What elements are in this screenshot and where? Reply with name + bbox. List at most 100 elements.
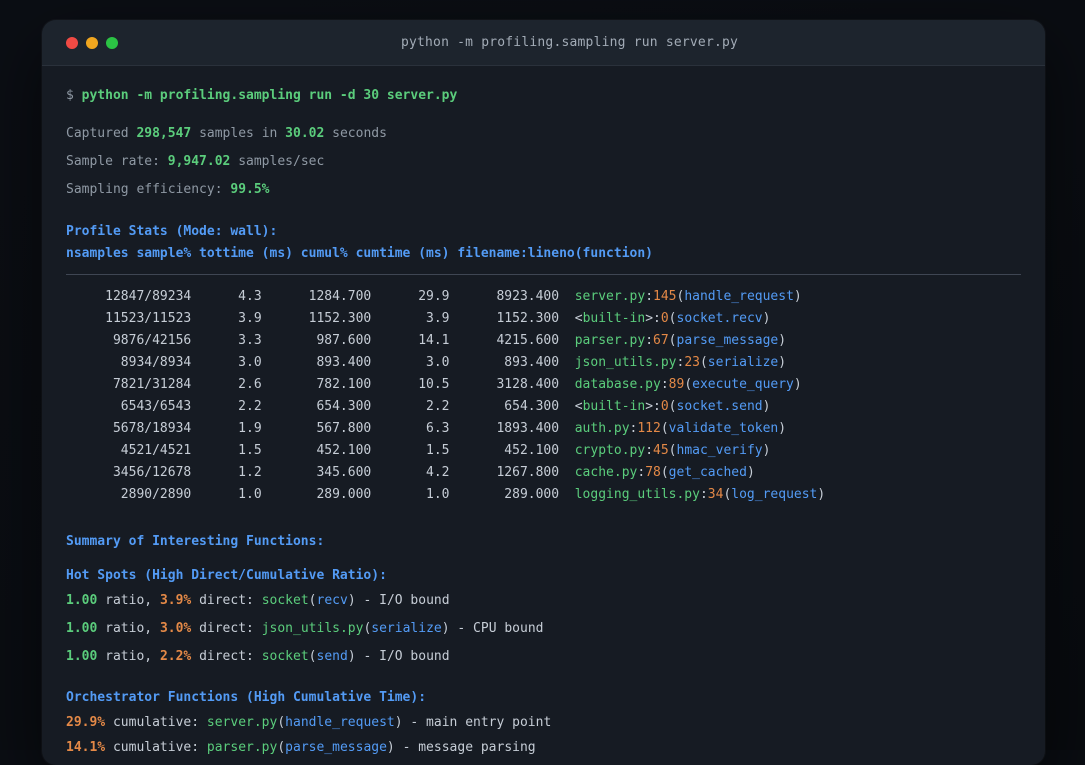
sample-rate-line: Sample rate: 9,947.02 samples/sec — [66, 151, 1021, 173]
text-segment: : — [645, 333, 654, 348]
text-segment: ) - CPU bound — [441, 621, 544, 636]
text-segment: : — [645, 443, 654, 458]
text-segment: send — [316, 649, 348, 664]
text-segment: Captured — [66, 126, 137, 141]
text-segment: Sample rate: — [66, 154, 168, 169]
text-segment: ) — [793, 377, 802, 392]
text-segment: samples in — [191, 126, 286, 141]
terminal-titlebar: python -m profiling.sampling run server.… — [42, 20, 1045, 66]
profile-row: 2890/2890 1.0 289.000 1.0 289.000 loggin… — [66, 484, 1021, 506]
text-segment: json_utils.py — [574, 355, 677, 370]
text-segment: 9,947.02 — [167, 154, 231, 169]
orchestrator-line: 14.1% cumulative: parser.py(parse_messag… — [66, 737, 1021, 759]
text-segment: direct: — [191, 621, 262, 636]
text-segment: ) — [746, 465, 755, 480]
text-segment: ) — [817, 487, 826, 502]
text-segment: ( — [668, 333, 677, 348]
text-segment: 30.02 — [285, 126, 325, 141]
text-segment: handle_request — [285, 715, 395, 730]
text-segment: 3456/12678 1.2 345.600 4.2 1267.800 — [66, 465, 575, 480]
text-segment: 298,547 — [136, 126, 192, 141]
text-segment: json_utils.py — [261, 621, 364, 636]
text-segment: ) — [778, 421, 787, 436]
text-segment: ) — [778, 355, 787, 370]
text-segment: < — [574, 399, 583, 414]
text-segment: 99.5% — [230, 182, 270, 197]
profile-row: 9876/42156 3.3 987.600 14.1 4215.600 par… — [66, 330, 1021, 352]
text-segment: socket — [261, 593, 309, 608]
text-segment: 0 — [660, 399, 669, 414]
summary-heading: Summary of Interesting Functions: — [66, 534, 325, 549]
text-segment: ) - I/O bound — [347, 649, 450, 664]
captured-line: Captured 298,547 samples in 30.02 second… — [66, 123, 1021, 145]
text-segment: samples/sec — [230, 154, 325, 169]
profile-table-column-header: nsamples sample% tottime (ms) cumul% cum… — [66, 246, 653, 261]
text-segment: 112 — [637, 421, 661, 436]
text-segment: ) — [793, 289, 802, 304]
text-segment: 89 — [668, 377, 685, 392]
text-segment: 23 — [684, 355, 700, 370]
text-segment: ( — [277, 715, 286, 730]
text-segment: hmac_verify — [676, 443, 763, 458]
terminal-window: python -m profiling.sampling run server.… — [42, 20, 1045, 765]
text-segment: ( — [308, 593, 317, 608]
text-segment: : — [699, 487, 708, 502]
text-segment: 0 — [660, 311, 669, 326]
text-segment: 11523/11523 3.9 1152.300 3.9 1152.300 — [66, 311, 575, 326]
text-segment: ( — [668, 399, 677, 414]
window-controls — [66, 36, 118, 49]
text-segment: server.py — [206, 715, 278, 730]
text-segment: ( — [668, 443, 677, 458]
terminal-output: $ python -m profiling.sampling run -d 30… — [42, 66, 1045, 765]
text-segment: validate_token — [668, 421, 779, 436]
window-title: python -m profiling.sampling run server.… — [400, 35, 739, 50]
text-segment: cumulative: — [105, 740, 207, 755]
close-button[interactable] — [66, 36, 78, 49]
profile-row: 11523/11523 3.9 1152.300 3.9 1152.300 <b… — [66, 308, 1021, 330]
text-segment: database.py — [574, 377, 661, 392]
text-segment: ) - main entry point — [394, 715, 552, 730]
text-segment: ( — [668, 311, 677, 326]
text-segment: recv — [316, 593, 348, 608]
text-segment: ) — [762, 443, 771, 458]
text-segment: 34 — [707, 487, 724, 502]
text-segment: 29.9% — [66, 715, 106, 730]
profile-row: 5678/18934 1.9 567.800 6.3 1893.400 auth… — [66, 418, 1021, 440]
text-segment: > — [645, 311, 654, 326]
text-segment: direct: — [191, 593, 262, 608]
text-segment: crypto.py — [574, 443, 646, 458]
text-segment: seconds — [324, 126, 387, 141]
hot-spot-line: 1.00 ratio, 3.0% direct: json_utils.py(s… — [66, 618, 1021, 640]
text-segment: built-in — [582, 311, 646, 326]
profile-row: 6543/6543 2.2 654.300 2.2 654.300 <built… — [66, 396, 1021, 418]
text-segment: serialize — [707, 355, 779, 370]
minimize-button[interactable] — [86, 36, 98, 49]
text-segment: ratio, — [97, 593, 160, 608]
text-segment: : — [645, 289, 654, 304]
text-segment: < — [574, 311, 583, 326]
text-segment: 8934/8934 3.0 893.400 3.0 893.400 — [66, 355, 575, 370]
profile-stats-heading: Profile Stats (Mode: wall): — [66, 224, 278, 239]
profile-row: 12847/89234 4.3 1284.700 29.9 8923.400 s… — [66, 286, 1021, 308]
text-segment: log_request — [731, 487, 818, 502]
sampling-efficiency-line: Sampling efficiency: 99.5% — [66, 179, 1021, 201]
text-segment: 12847/89234 4.3 1284.700 29.9 8923.400 — [66, 289, 575, 304]
text-segment: ( — [308, 649, 317, 664]
text-segment: built-in — [582, 399, 646, 414]
text-segment: cumulative: — [105, 715, 207, 730]
text-segment: ( — [277, 740, 286, 755]
text-segment: Sampling efficiency: — [66, 182, 231, 197]
text-segment: 9876/42156 3.3 987.600 14.1 4215.600 — [66, 333, 575, 348]
text-segment: ratio, — [97, 649, 160, 664]
text-segment: socket.send — [676, 399, 763, 414]
maximize-button[interactable] — [106, 36, 118, 49]
text-segment: parse_message — [285, 740, 387, 755]
text-segment: : — [660, 377, 669, 392]
text-segment: parse_message — [676, 333, 779, 348]
text-segment: socket — [261, 649, 309, 664]
text-segment: ( — [684, 377, 693, 392]
text-segment: 1.00 — [66, 593, 98, 608]
text-segment: 67 — [653, 333, 669, 348]
text-segment: : — [653, 311, 661, 326]
text-segment: ( — [660, 421, 669, 436]
